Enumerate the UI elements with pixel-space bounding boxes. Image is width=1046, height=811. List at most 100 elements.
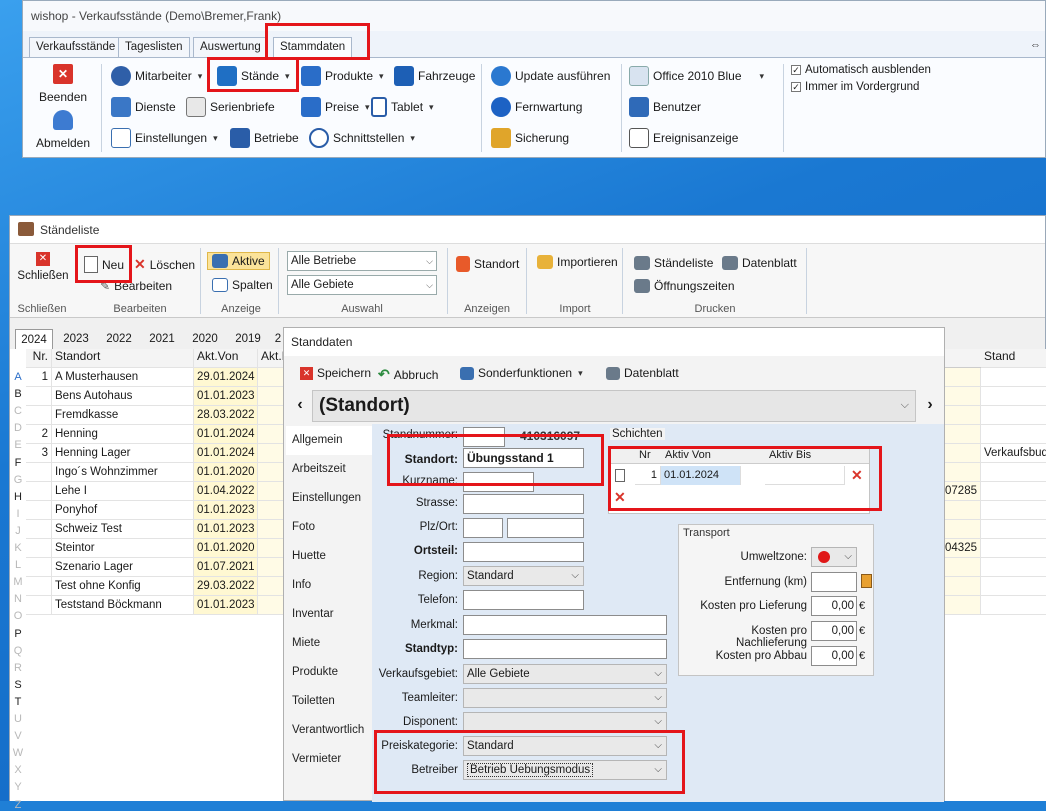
- standort-input[interactable]: Übungsstand 1: [463, 448, 584, 468]
- merkmal-input[interactable]: [463, 615, 667, 635]
- staendeliste-print-button[interactable]: Ständeliste: [634, 256, 713, 270]
- tab-year[interactable]: 2020: [186, 329, 224, 349]
- alphabet-letter[interactable]: K: [10, 542, 26, 554]
- delete-icon[interactable]: ✕: [851, 467, 863, 484]
- preise-button[interactable]: Preise ▾: [301, 97, 370, 117]
- alphabet-letter[interactable]: R: [10, 662, 26, 674]
- auto-hide-checkbox[interactable]: ✓ Automatisch ausblenden: [791, 64, 931, 76]
- datenblatt-button[interactable]: Datenblatt: [606, 366, 679, 380]
- produkte-button[interactable]: Produkte ▾: [301, 66, 384, 86]
- alphabet-letter[interactable]: C: [10, 405, 26, 417]
- fernwartung-button[interactable]: Fernwartung: [491, 97, 582, 117]
- disponent-select[interactable]: ⌵: [463, 712, 667, 732]
- umweltzone-select[interactable]: ⌵: [811, 547, 857, 567]
- betriebe-select[interactable]: Alle Betriebe ⌵: [287, 251, 437, 271]
- standort-button[interactable]: Standort: [456, 256, 519, 272]
- tab-year[interactable]: 2021: [143, 329, 181, 349]
- standtyp-input[interactable]: [463, 639, 667, 659]
- serienbriefe-button[interactable]: Serienbriefe: [186, 97, 275, 117]
- spalten-button[interactable]: Spalten: [212, 278, 273, 292]
- alphabet-letter[interactable]: Q: [10, 645, 26, 657]
- strasse-input[interactable]: [463, 494, 584, 514]
- lieferung-input[interactable]: 0,00: [811, 596, 857, 616]
- speichern-button[interactable]: ✕ Speichern: [300, 366, 371, 380]
- kurzname-input[interactable]: [463, 472, 534, 492]
- update-button[interactable]: Update ausführen: [491, 66, 610, 86]
- beenden-button[interactable]: ✕ Beenden: [39, 64, 87, 104]
- tab-verkaufsstaende[interactable]: Verkaufsstände: [29, 37, 123, 57]
- schicht-aktiv-bis[interactable]: [765, 466, 845, 485]
- next-record-button[interactable]: ›: [920, 390, 940, 422]
- col-stand[interactable]: Stand: [981, 349, 1046, 368]
- col-standort[interactable]: Standort: [52, 349, 194, 368]
- gebiete-select[interactable]: Alle Gebiete ⌵: [287, 275, 437, 295]
- col-akt-von[interactable]: Akt.Von: [194, 349, 258, 368]
- loeschen-button[interactable]: ✕ Löschen: [134, 256, 195, 273]
- alphabet-letter[interactable]: J: [10, 525, 26, 537]
- abbau-input[interactable]: 0,00: [811, 646, 857, 666]
- einstellungen-button[interactable]: Einstellungen ▾: [111, 128, 218, 148]
- alphabet-letter[interactable]: O: [10, 610, 26, 622]
- abbruch-button[interactable]: ↶ Abbruch: [378, 366, 438, 383]
- ort-input[interactable]: [507, 518, 584, 538]
- prev-record-button[interactable]: ‹: [290, 390, 310, 422]
- verkaufsgebiet-select[interactable]: Alle Gebiete ⌵: [463, 664, 667, 684]
- always-front-checkbox[interactable]: ✓ Immer im Vordergrund: [791, 81, 919, 93]
- abmelden-button[interactable]: Abmelden: [35, 110, 91, 150]
- betreiber-select[interactable]: Betrieb Uebungsmodus ⌵: [463, 760, 667, 780]
- betriebe-button[interactable]: Betriebe: [230, 128, 299, 148]
- alphabet-letter[interactable]: P: [10, 628, 26, 640]
- alphabet-letter[interactable]: N: [10, 593, 26, 605]
- benutzer-button[interactable]: Benutzer: [629, 97, 701, 117]
- alphabet-letter[interactable]: V: [10, 730, 26, 742]
- tab-year[interactable]: 2024: [15, 329, 53, 349]
- teamleiter-select[interactable]: ⌵: [463, 688, 667, 708]
- alphabet-letter[interactable]: L: [10, 559, 26, 571]
- plz-input[interactable]: [463, 518, 503, 538]
- col-nr[interactable]: Nr.: [26, 349, 52, 368]
- dienste-button[interactable]: Dienste: [111, 97, 176, 117]
- alphabet-letter[interactable]: S: [10, 679, 26, 691]
- alphabet-letter[interactable]: Y: [10, 781, 26, 793]
- tablet-button[interactable]: Tablet ▾: [371, 97, 434, 117]
- alphabet-letter[interactable]: E: [10, 439, 26, 451]
- nachlieferung-input[interactable]: 0,00: [811, 621, 857, 641]
- alphabet-letter[interactable]: B: [10, 388, 26, 400]
- tab-stammdaten[interactable]: Stammdaten: [273, 37, 353, 58]
- new-row-icon[interactable]: [615, 469, 625, 482]
- entfernung-input[interactable]: [811, 572, 857, 592]
- mitarbeiter-button[interactable]: Mitarbeiter ▾: [111, 66, 202, 86]
- preiskategorie-select[interactable]: Standard ⌵: [463, 736, 667, 756]
- tab-year[interactable]: 2023: [57, 329, 95, 349]
- schliessen-button[interactable]: ✕ Schließen: [16, 252, 70, 282]
- sicherung-button[interactable]: Sicherung: [491, 128, 569, 148]
- bearbeiten-button[interactable]: ✎ Bearbeiten: [100, 279, 172, 293]
- alphabet-letter[interactable]: W: [10, 747, 26, 759]
- tab-tageslisten[interactable]: Tageslisten: [118, 37, 190, 57]
- schicht-aktiv-von[interactable]: 01.01.2024: [661, 466, 741, 485]
- pin-icon[interactable]: ⇔: [1030, 39, 1041, 51]
- alphabet-letter[interactable]: X: [10, 764, 26, 776]
- telefon-input[interactable]: [463, 590, 584, 610]
- ereignisanzeige-button[interactable]: Ereignisanzeige: [629, 128, 738, 148]
- fahrzeuge-button[interactable]: Fahrzeuge: [394, 66, 475, 86]
- tab-year[interactable]: 2022: [100, 329, 138, 349]
- alphabet-letter[interactable]: M: [10, 576, 26, 588]
- alphabet-letter[interactable]: D: [10, 422, 26, 434]
- alphabet-letter[interactable]: Z: [10, 799, 26, 811]
- theme-selector[interactable]: Office 2010 Blue ▾: [629, 66, 764, 86]
- record-title-bar[interactable]: (Standort) ⌵: [312, 390, 916, 422]
- region-select[interactable]: Standard ⌵: [463, 566, 584, 586]
- tab-auswertung[interactable]: Auswertung: [193, 37, 268, 57]
- aktive-toggle[interactable]: Aktive: [207, 252, 270, 270]
- alphabet-letter[interactable]: I: [10, 508, 26, 520]
- alphabet-letter[interactable]: H: [10, 491, 26, 503]
- neu-button[interactable]: Neu: [84, 256, 124, 273]
- standnummer-input[interactable]: [463, 427, 505, 447]
- oeffnungszeiten-print-button[interactable]: Öffnungszeiten: [634, 279, 735, 293]
- alphabet-letter[interactable]: A: [10, 371, 26, 383]
- alphabet-letter[interactable]: F: [10, 457, 26, 469]
- delete-row-icon[interactable]: ✕: [614, 489, 626, 506]
- staende-button[interactable]: Stände ▾: [217, 66, 290, 86]
- sonderfunktionen-button[interactable]: Sonderfunktionen ▾: [460, 366, 583, 380]
